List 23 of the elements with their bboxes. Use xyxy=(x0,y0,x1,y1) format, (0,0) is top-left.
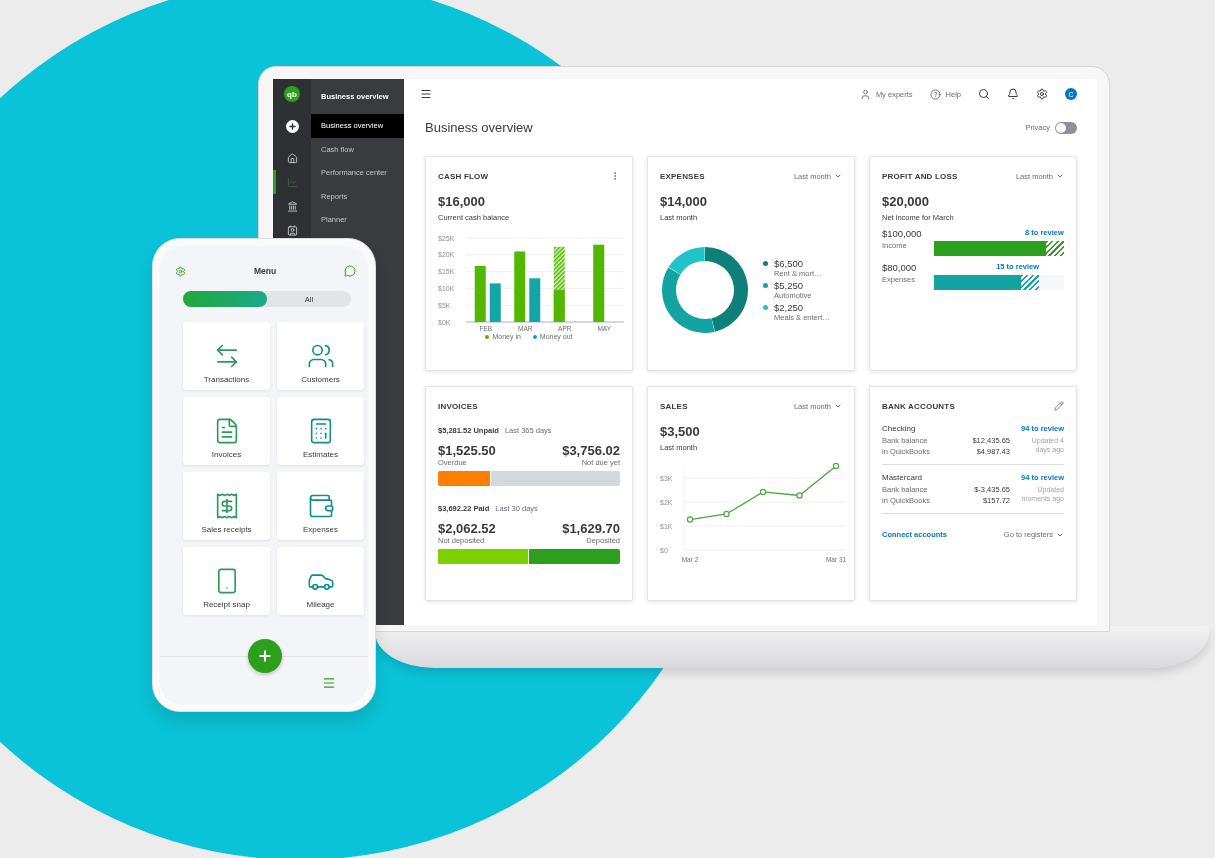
amount: $3,500 xyxy=(660,424,701,439)
row-amount: $80,000 xyxy=(882,262,918,273)
amount: $16,000 xyxy=(438,194,486,209)
amount: $20,000 xyxy=(882,194,930,209)
amount: $1,525.50 xyxy=(438,443,496,458)
card-title: BANK ACCOUNTS xyxy=(882,401,955,411)
account-name: Checking xyxy=(882,424,916,433)
card-title: SALES xyxy=(660,401,688,411)
card-title: CASH FLOW xyxy=(438,171,489,181)
legend-amount: $6,500 xyxy=(774,258,805,269)
amount: $14,000 xyxy=(660,194,708,209)
phone-title: Menu xyxy=(253,266,277,276)
card-title: PROFIT AND LOSS xyxy=(882,171,958,181)
amount: $2,062.52 xyxy=(438,521,496,536)
card-title: EXPENSES xyxy=(660,171,705,181)
legend-amount: $5,250 xyxy=(774,280,805,291)
row-amount: $100,000 xyxy=(882,228,923,239)
legend-amount: $2,250 xyxy=(774,302,805,313)
amount: $1,629.70 xyxy=(562,521,620,536)
account-name: Mastercard xyxy=(882,473,922,482)
page-title: Business overview xyxy=(425,120,533,135)
amount: $3,756.02 xyxy=(562,443,620,458)
card-title: INVOICES xyxy=(438,401,478,411)
